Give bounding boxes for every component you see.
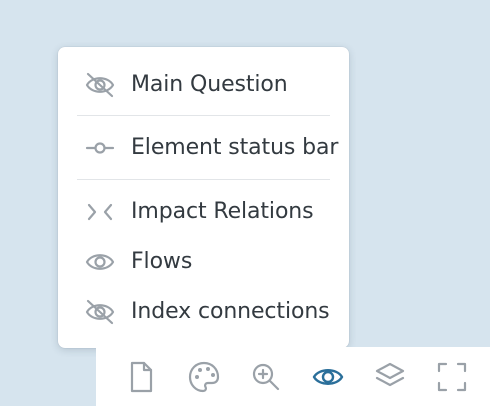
menu-item-label: Impact Relations (131, 199, 314, 224)
visibility-button[interactable] (311, 360, 345, 394)
menu-item-label: Flows (131, 249, 193, 274)
menu-item-main-question[interactable]: Main Question (58, 65, 349, 105)
layers-icon (373, 360, 407, 394)
eye-off-icon (84, 298, 116, 326)
visibility-menu: Main Question Element status bar Impact … (58, 47, 349, 348)
eye-icon (84, 248, 116, 276)
menu-item-label: Element status bar (131, 135, 339, 160)
document-icon (124, 360, 158, 394)
fullscreen-icon (435, 360, 469, 394)
menu-item-index-connections[interactable]: Index connections (58, 292, 349, 332)
document-button[interactable] (124, 360, 158, 394)
layers-button[interactable] (373, 360, 407, 394)
eye-off-icon (84, 71, 116, 99)
palette-button[interactable] (187, 360, 221, 394)
eye-icon (311, 360, 345, 394)
menu-item-flows[interactable]: Flows (58, 242, 349, 282)
palette-icon (187, 360, 221, 394)
menu-divider (77, 179, 330, 180)
menu-divider (77, 115, 330, 116)
commit-slider-icon (84, 134, 116, 162)
app-canvas[interactable]: Main Question Element status bar Impact … (0, 0, 490, 406)
menu-item-impact-relations[interactable]: Impact Relations (58, 192, 349, 232)
arrows-converge-icon (84, 198, 116, 226)
zoom-in-button[interactable] (249, 360, 283, 394)
bottom-toolbar (96, 347, 490, 406)
zoom-in-icon (249, 360, 283, 394)
menu-item-label: Index connections (131, 299, 330, 324)
menu-item-label: Main Question (131, 72, 288, 97)
menu-item-element-status-bar[interactable]: Element status bar (58, 128, 349, 168)
fullscreen-button[interactable] (435, 360, 469, 394)
